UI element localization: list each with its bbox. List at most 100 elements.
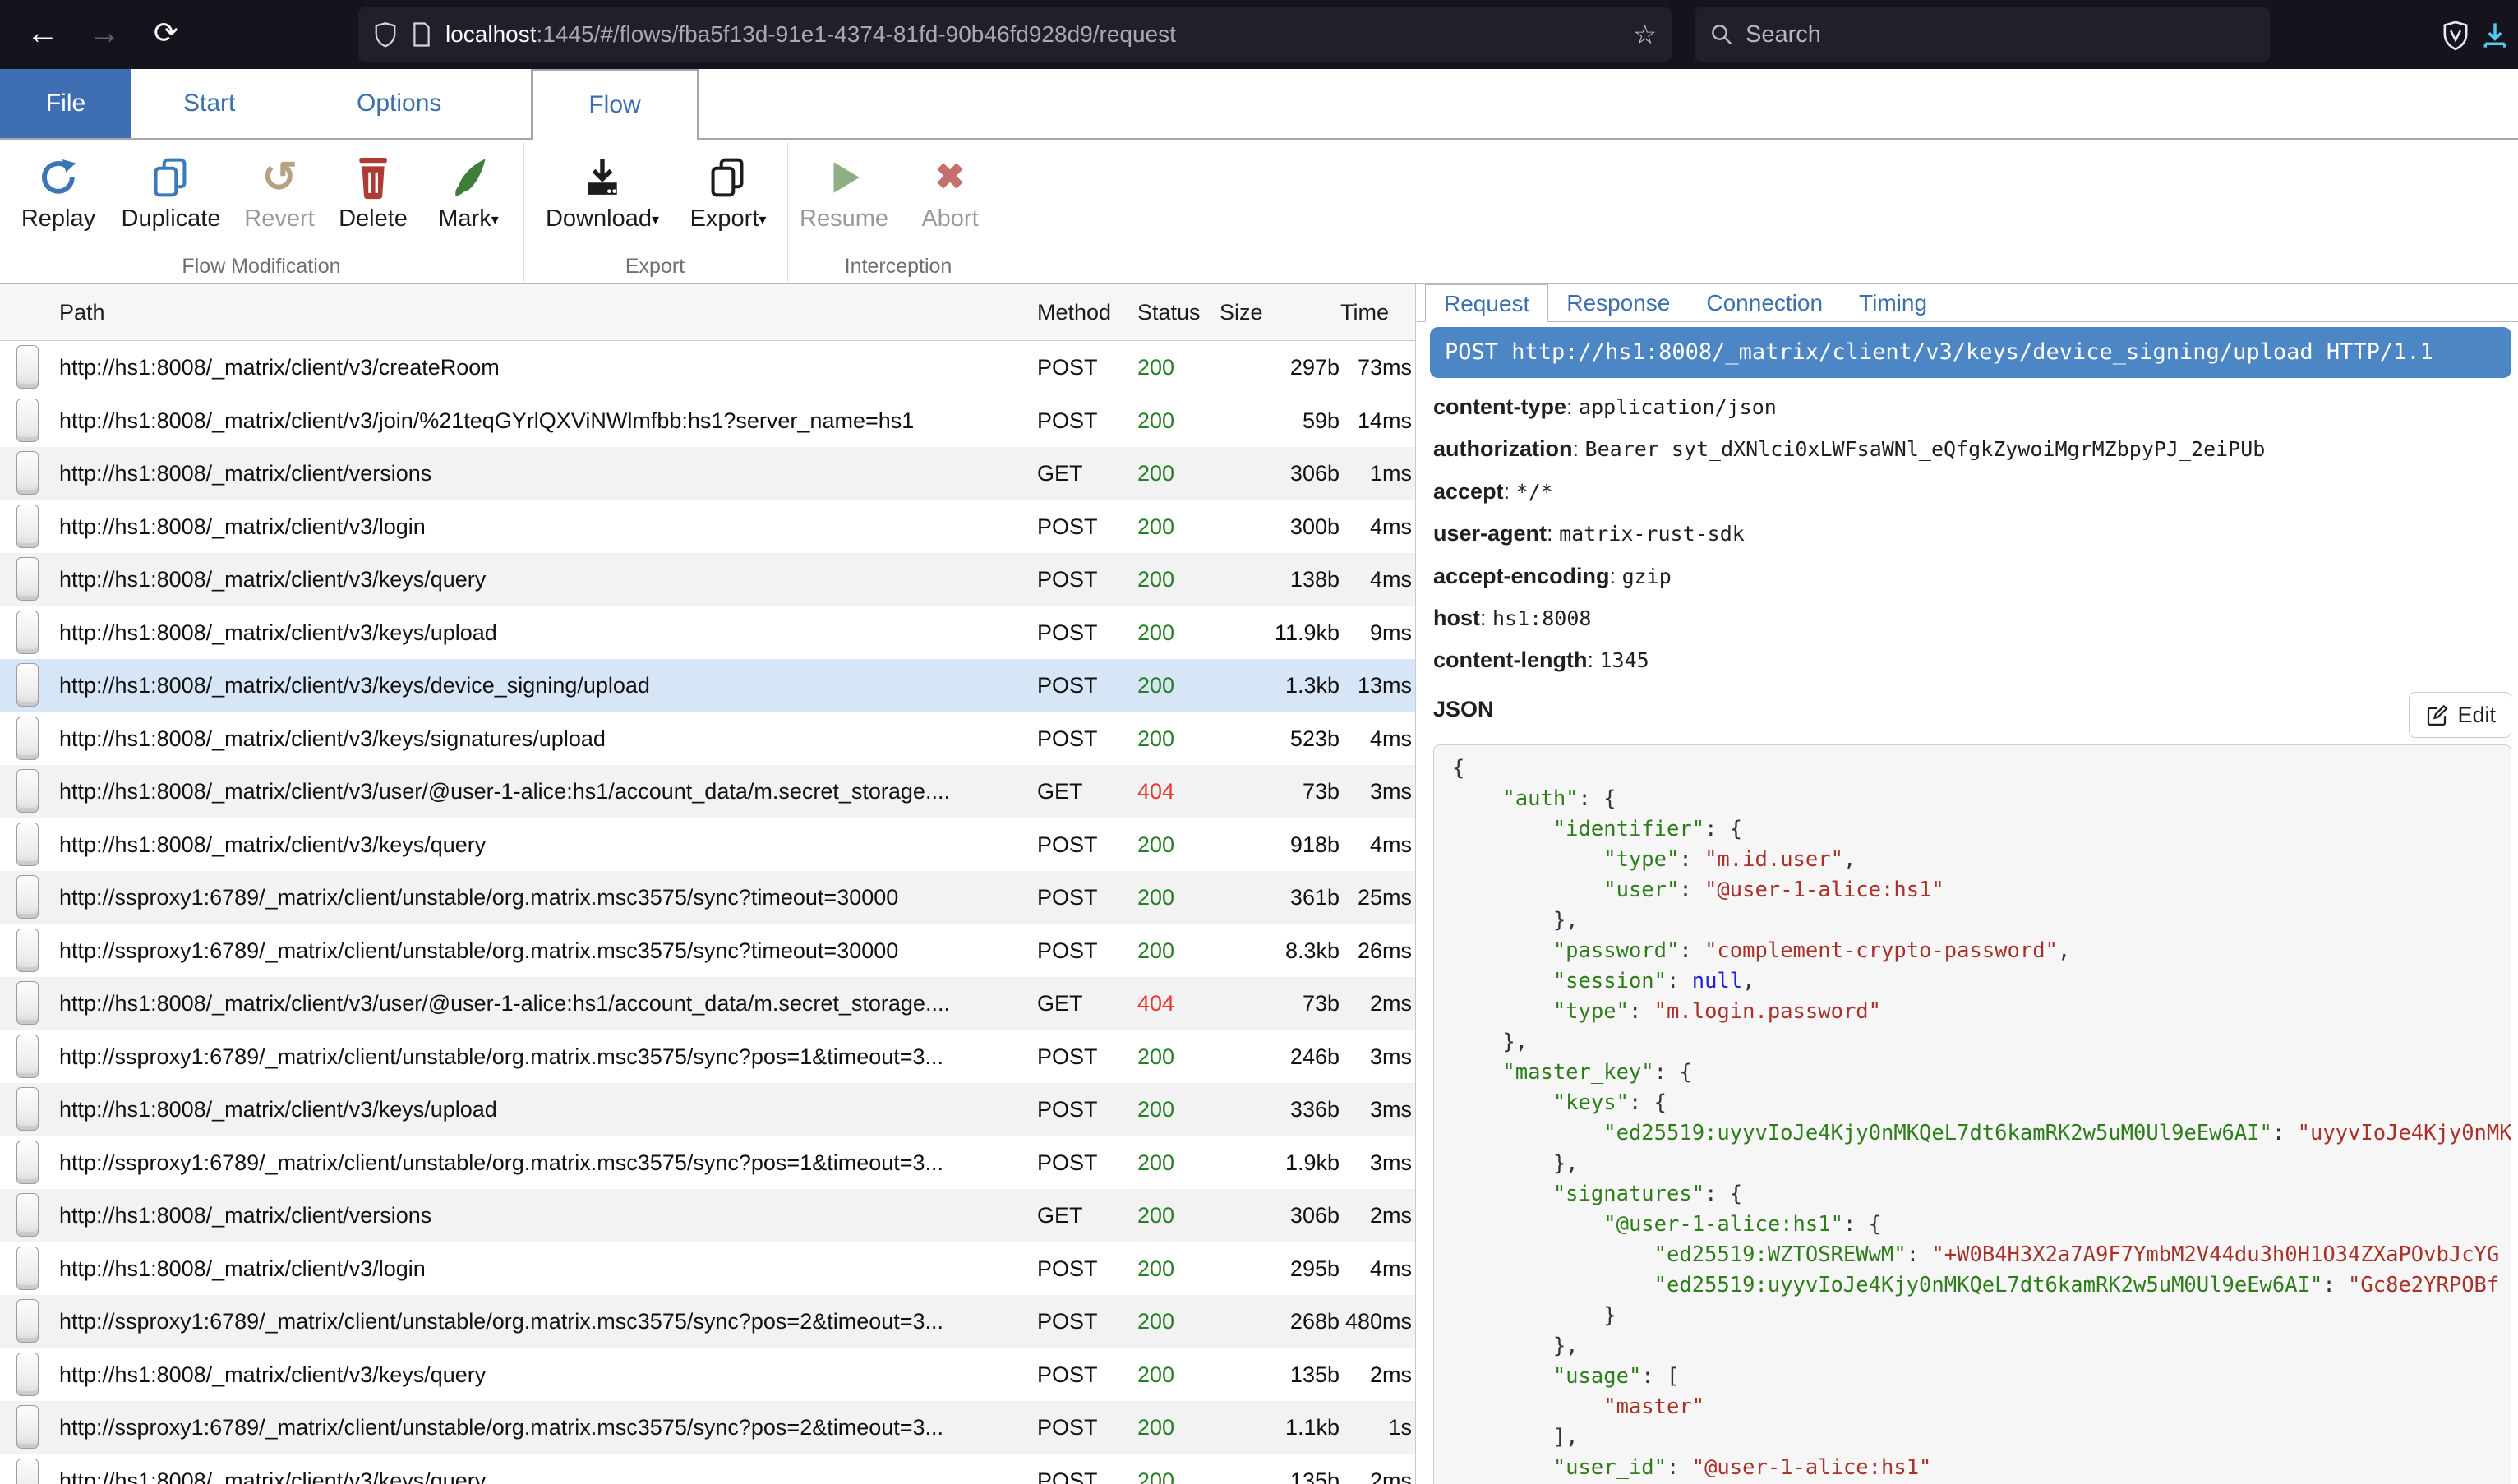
flow-size: 138b [1192,553,1340,606]
flow-row[interactable]: http://hs1:8008/_matrix/client/v3/user/@… [0,765,1415,818]
flow-path: http://ssproxy1:6789/_matrix/client/unst… [59,871,1029,924]
flow-marker-button[interactable] [16,345,39,389]
flow-marker-button[interactable] [16,1405,39,1449]
flow-marker-button[interactable] [16,399,39,442]
detail-tab-connection[interactable]: Connection [1688,284,1841,322]
flow-path: http://hs1:8008/_matrix/client/v3/keys/u… [59,1083,1029,1136]
column-header-method[interactable]: Method [1037,284,1111,341]
mark-icon [438,148,499,200]
column-header-path[interactable]: Path [59,284,105,341]
flow-row-selected[interactable]: http://hs1:8008/_matrix/client/v3/keys/d… [0,659,1415,712]
detail-tab-request[interactable]: Request [1425,284,1548,322]
flow-path: http://ssproxy1:6789/_matrix/client/unst… [59,1295,1029,1348]
shield-icon[interactable] [373,21,398,48]
flow-marker-button[interactable] [16,1035,39,1078]
edit-button[interactable]: Edit [2409,692,2511,738]
reload-icon[interactable]: ⟳ [141,0,191,69]
flow-row[interactable]: http://hs1:8008/_matrix/client/v3/create… [0,341,1415,394]
flow-marker-button[interactable] [16,1193,39,1237]
column-header-size[interactable]: Size [1220,284,1263,341]
flow-path: http://hs1:8008/_matrix/client/v3/login [59,1242,1029,1296]
flow-marker-button[interactable] [16,875,39,919]
bookmark-star-icon[interactable]: ☆ [1633,19,1657,50]
flow-method: GET [1037,1189,1128,1242]
forward-icon[interactable]: → [80,0,129,69]
flow-marker-button[interactable] [16,1459,39,1484]
flow-time: 1s [1343,1401,1412,1454]
abort-button[interactable]: ✖Abort [921,148,978,233]
flow-row[interactable]: http://hs1:8008/_matrix/client/versionsG… [0,447,1415,500]
flow-row[interactable]: http://hs1:8008/_matrix/client/v3/keys/q… [0,1454,1415,1484]
flow-marker-button[interactable] [16,663,39,707]
flow-time: 26ms [1343,924,1412,978]
flow-path: http://hs1:8008/_matrix/client/v3/create… [59,341,1029,394]
flow-row[interactable]: http://ssproxy1:6789/_matrix/client/unst… [0,871,1415,924]
download-button[interactable]: Download▾ [546,148,659,233]
menu-tab-start[interactable]: Start [183,69,235,138]
flow-row[interactable]: http://hs1:8008/_matrix/client/v3/keys/u… [0,606,1415,660]
export-button[interactable]: Export▾ [690,148,767,233]
flow-marker-button[interactable] [16,557,39,601]
flow-row[interactable]: http://ssproxy1:6789/_matrix/client/unst… [0,1030,1415,1084]
flow-row[interactable]: http://hs1:8008/_matrix/client/v3/loginP… [0,500,1415,554]
request-headers: content-type: application/jsonauthorizat… [1433,386,2502,682]
flow-row[interactable]: http://hs1:8008/_matrix/client/v3/keys/q… [0,1348,1415,1402]
flow-marker-button[interactable] [16,769,39,813]
flow-marker-button[interactable] [16,451,39,495]
downloads-icon[interactable] [2480,20,2510,51]
delete-button[interactable]: Delete [339,148,408,233]
flow-marker-button[interactable] [16,505,39,548]
flow-row[interactable]: http://hs1:8008/_matrix/client/v3/loginP… [0,1242,1415,1296]
flow-size: 306b [1192,447,1340,500]
flow-row[interactable]: http://hs1:8008/_matrix/client/versionsG… [0,1189,1415,1242]
flow-marker-button[interactable] [16,1299,39,1343]
flow-row[interactable]: http://hs1:8008/_matrix/client/v3/keys/q… [0,553,1415,606]
flow-row[interactable]: http://ssproxy1:6789/_matrix/client/unst… [0,1295,1415,1348]
revert-icon: ↺ [244,148,314,200]
flow-marker-button[interactable] [16,981,39,1025]
menu-tab-file[interactable]: File [0,69,131,138]
flow-row[interactable]: http://hs1:8008/_matrix/client/v3/user/@… [0,977,1415,1030]
flow-marker-button[interactable] [16,1247,39,1290]
flow-marker-button[interactable] [16,823,39,866]
json-line: } [1452,1301,2493,1331]
header-name: host [1433,606,1480,630]
replay-button[interactable]: Replay [21,148,95,233]
back-icon[interactable]: ← [18,0,67,69]
flow-marker-button[interactable] [16,1087,39,1131]
flow-marker-button[interactable] [16,717,39,760]
flow-size: 1.1kb [1192,1401,1340,1454]
duplicate-button[interactable]: Duplicate [122,148,221,233]
flow-row[interactable]: http://ssproxy1:6789/_matrix/client/unst… [0,1136,1415,1190]
detail-tab-timing[interactable]: Timing [1841,284,1945,322]
flow-row[interactable]: http://hs1:8008/_matrix/client/v3/keys/s… [0,712,1415,766]
browser-chrome: ← → ⟳ localhost:1445/#/flows/fba5f13d-91… [0,0,2518,69]
mark-button[interactable]: Mark▾ [438,148,499,233]
flow-method: POST [1037,659,1128,712]
column-header-status[interactable]: Status [1137,284,1201,341]
flow-row[interactable]: http://hs1:8008/_matrix/client/v3/keys/u… [0,1083,1415,1136]
flow-marker-button[interactable] [16,1353,39,1396]
column-header-time[interactable]: Time [1282,284,1389,341]
flow-row[interactable]: http://hs1:8008/_matrix/client/v3/join/%… [0,394,1415,448]
page-info-icon[interactable] [411,21,432,48]
revert-button[interactable]: ↺Revert [244,148,314,233]
flow-marker-button[interactable] [16,1141,39,1184]
header-colon: : [1573,436,1585,461]
resume-button[interactable]: Resume [800,148,888,233]
flow-size: 295b [1192,1242,1340,1296]
flow-marker-button[interactable] [16,929,39,972]
detail-tab-response[interactable]: Response [1548,284,1688,322]
flow-marker-button[interactable] [16,611,39,654]
flow-path: http://hs1:8008/_matrix/client/versions [59,1189,1029,1242]
flow-row[interactable]: http://ssproxy1:6789/_matrix/client/unst… [0,924,1415,978]
search-bar[interactable]: Search [1695,7,2270,62]
extension-shield-icon[interactable] [2441,20,2470,51]
flow-table-header: Path Method Status Size Time [0,284,1415,341]
flow-row[interactable]: http://ssproxy1:6789/_matrix/client/unst… [0,1401,1415,1454]
menu-tab-options[interactable]: Options [357,69,441,138]
url-bar[interactable]: localhost:1445/#/flows/fba5f13d-91e1-437… [358,7,1672,62]
menu-tab-flow[interactable]: Flow [531,69,699,140]
mark-label: Mark▾ [438,205,499,233]
flow-row[interactable]: http://hs1:8008/_matrix/client/v3/keys/q… [0,818,1415,872]
